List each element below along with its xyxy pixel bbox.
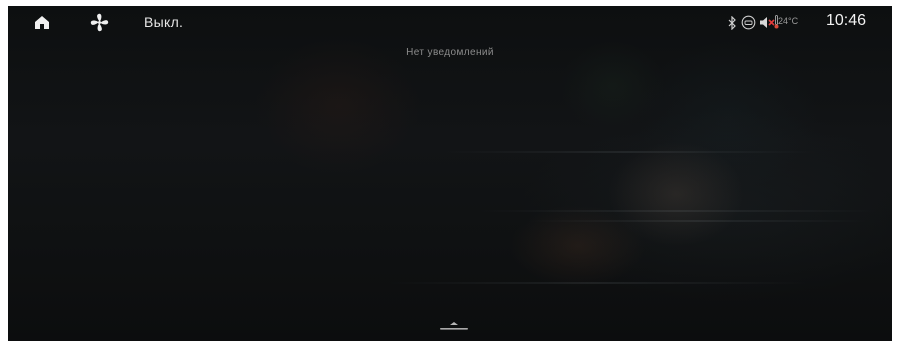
pull-up-handle[interactable] (440, 319, 468, 333)
no-notifications-text: Нет уведомлений (406, 47, 494, 58)
bluetooth-icon (728, 16, 736, 30)
fan-status-label[interactable]: Выкл. (144, 14, 183, 30)
background-streak (528, 220, 868, 222)
outside-temperature: 24°C (778, 16, 799, 26)
status-bar: Выкл. 24°C 10:46 (8, 6, 892, 40)
infotainment-screen: Выкл. 24°C 10:46 Нет уведомлений (8, 6, 892, 341)
home-icon[interactable] (34, 15, 50, 30)
background-streak (438, 151, 818, 153)
background-streak (388, 282, 808, 284)
background-streak (478, 210, 878, 212)
car-signal-icon (741, 15, 756, 30)
volume-muted-icon (760, 17, 775, 28)
clock: 10:46 (826, 12, 867, 29)
fan-icon[interactable] (90, 13, 109, 32)
